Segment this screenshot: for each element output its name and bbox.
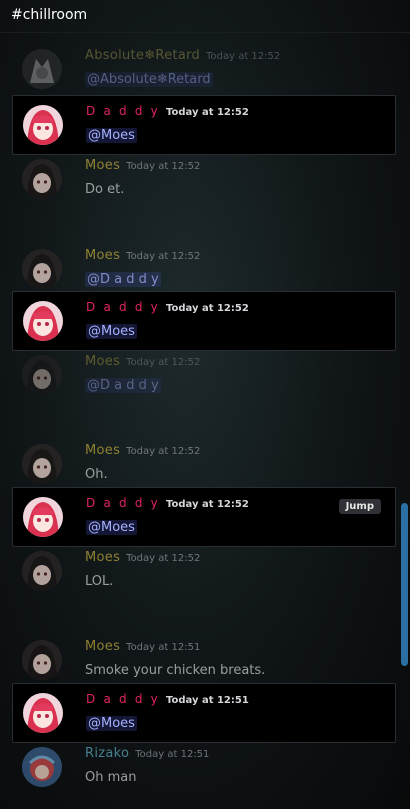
user-mention[interactable]: @Moes xyxy=(86,128,137,143)
user-mention[interactable]: @Absolute❄Retard xyxy=(85,72,213,87)
message-author[interactable]: Moes Today at 12:52 xyxy=(85,354,200,369)
message-content: Oh. xyxy=(85,467,108,482)
message-timestamp: Today at 12:52 xyxy=(206,51,281,62)
message-author[interactable]: D a d d y Today at 12:52 xyxy=(86,300,249,314)
message-content: @Moes xyxy=(86,716,137,731)
channel-header: #chillroom xyxy=(0,0,410,33)
message-timestamp: Today at 12:52 xyxy=(126,357,201,368)
message-author[interactable]: D a d d y Today at 12:52 xyxy=(86,104,249,118)
message-timestamp: Today at 12:51 xyxy=(126,642,201,653)
message-item[interactable]: Moes Today at 12:52 LOL. xyxy=(12,542,396,602)
message-item[interactable]: Rizako Today at 12:51 Oh man xyxy=(12,738,396,798)
message-timestamp: Today at 12:51 xyxy=(166,695,249,706)
message-author[interactable]: Moes Today at 12:52 xyxy=(85,443,200,458)
message-item[interactable]: Moes Today at 12:52 @D a d d y xyxy=(12,346,396,406)
message-timestamp: Today at 12:52 xyxy=(166,303,249,314)
channel-title: #chillroom xyxy=(11,7,88,23)
message-item[interactable]: D a d d y Today at 12:51 @Moes xyxy=(12,683,396,743)
message-timestamp: Today at 12:52 xyxy=(126,553,201,564)
message-content: Smoke your chicken breats. xyxy=(85,663,266,678)
scrollbar-thumb[interactable] xyxy=(401,503,408,666)
message-content: LOL. xyxy=(85,574,114,589)
message-timestamp: Today at 12:52 xyxy=(126,446,201,457)
anime-girl-pink-avatar-icon[interactable] xyxy=(23,301,63,341)
wolf-avatar-icon[interactable] xyxy=(22,49,62,89)
message-content: @Absolute❄Retard xyxy=(85,72,213,87)
message-timestamp: Today at 12:51 xyxy=(135,749,210,760)
message-author[interactable]: Absolute❄Retard Today at 12:52 xyxy=(85,48,280,63)
message-item[interactable]: D a d d y Today at 12:52 Jump @Moes xyxy=(12,487,396,547)
user-mention[interactable]: @Moes xyxy=(86,520,137,535)
jump-button[interactable]: Jump xyxy=(338,499,381,514)
message-item[interactable]: Absolute❄Retard Today at 12:52 @Absolute❄… xyxy=(12,40,396,100)
message-author[interactable]: Moes Today at 12:51 xyxy=(85,639,200,654)
user-mention[interactable]: @D a d d y xyxy=(85,272,161,287)
anime-girl-dark-avatar-icon[interactable] xyxy=(22,249,62,289)
message-author[interactable]: Moes Today at 12:52 xyxy=(85,248,200,263)
message-author[interactable]: Rizako Today at 12:51 xyxy=(85,746,209,761)
message-content: @Moes xyxy=(86,520,137,535)
message-item[interactable]: Moes Today at 12:51 Smoke your chicken br… xyxy=(12,631,396,691)
anime-girl-dark-avatar-icon[interactable] xyxy=(22,551,62,591)
user-mention[interactable]: @Moes xyxy=(86,324,137,339)
message-timestamp: Today at 12:52 xyxy=(126,161,201,172)
message-item[interactable]: D a d d y Today at 12:52 @Moes xyxy=(12,95,396,155)
message-timestamp: Today at 12:52 xyxy=(166,107,249,118)
anime-girl-dark-avatar-icon[interactable] xyxy=(22,355,62,395)
message-content: @D a d d y xyxy=(85,378,161,393)
message-content: Do et. xyxy=(85,182,125,197)
message-content: Oh man xyxy=(85,770,137,785)
user-mention[interactable]: @D a d d y xyxy=(85,378,161,393)
anime-girl-dark-avatar-icon[interactable] xyxy=(22,640,62,680)
message-item[interactable]: D a d d y Today at 12:52 @Moes xyxy=(12,291,396,351)
message-author[interactable]: D a d d y Today at 12:51 xyxy=(86,692,249,706)
anime-girl-pink-avatar-icon[interactable] xyxy=(23,497,63,537)
message-author[interactable]: Moes Today at 12:52 xyxy=(85,158,200,173)
message-content: @Moes xyxy=(86,128,137,143)
anime-girl-dark-avatar-icon[interactable] xyxy=(22,159,62,199)
message-author[interactable]: D a d d y Today at 12:52 xyxy=(86,496,249,510)
message-item[interactable]: Moes Today at 12:52 Oh. xyxy=(12,435,396,495)
message-timestamp: Today at 12:52 xyxy=(166,499,249,510)
message-content: @D a d d y xyxy=(85,272,161,287)
anime-girl-pink-avatar-icon[interactable] xyxy=(23,105,63,145)
message-content: @Moes xyxy=(86,324,137,339)
user-mention[interactable]: @Moes xyxy=(86,716,137,731)
message-timestamp: Today at 12:52 xyxy=(126,251,201,262)
message-author[interactable]: Moes Today at 12:52 xyxy=(85,550,200,565)
message-item[interactable]: Moes Today at 12:52 Do et. xyxy=(12,150,396,210)
character-avatar-icon[interactable] xyxy=(22,747,62,787)
anime-girl-pink-avatar-icon[interactable] xyxy=(23,693,63,733)
anime-girl-dark-avatar-icon[interactable] xyxy=(22,444,62,484)
